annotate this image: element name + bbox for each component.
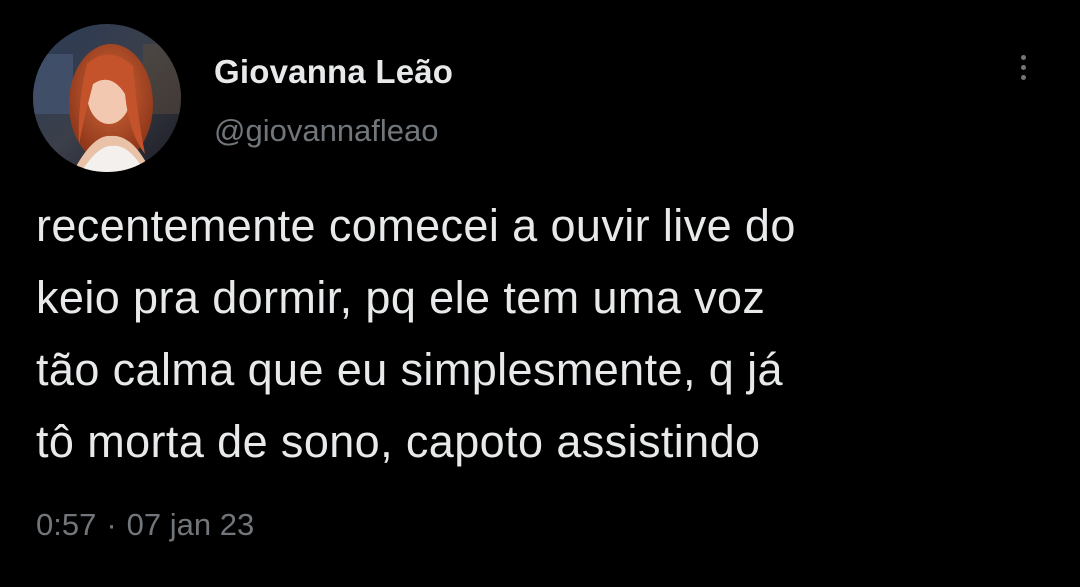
tweet-text: recentemente comecei a ouvir live do kei… bbox=[36, 190, 1056, 478]
meta-separator: · bbox=[106, 507, 117, 542]
tweet-text-line: keio pra dormir, pq ele tem uma voz bbox=[36, 272, 766, 323]
more-vertical-icon bbox=[1020, 54, 1026, 60]
author-handle[interactable]: @giovannafleao bbox=[214, 113, 439, 149]
more-vertical-icon bbox=[1020, 74, 1026, 80]
tweet-card: Giovanna Leão @giovannafleao recentement… bbox=[0, 0, 1080, 587]
tweet-timestamp[interactable]: 0:57 · 07 jan 23 bbox=[36, 507, 254, 543]
tweet-date: 07 jan 23 bbox=[126, 507, 255, 542]
tweet-time: 0:57 bbox=[36, 507, 97, 542]
more-options-button[interactable] bbox=[1006, 46, 1040, 88]
tweet-text-line: recentemente comecei a ouvir live do bbox=[36, 200, 796, 251]
more-vertical-icon bbox=[1020, 64, 1026, 70]
avatar[interactable] bbox=[33, 24, 181, 172]
tweet-text-line: tão calma que eu simplesmente, q já bbox=[36, 344, 783, 395]
author-display-name[interactable]: Giovanna Leão bbox=[214, 53, 453, 91]
tweet-text-line: tô morta de sono, capoto assistindo bbox=[36, 416, 761, 467]
avatar-photo bbox=[33, 24, 181, 172]
